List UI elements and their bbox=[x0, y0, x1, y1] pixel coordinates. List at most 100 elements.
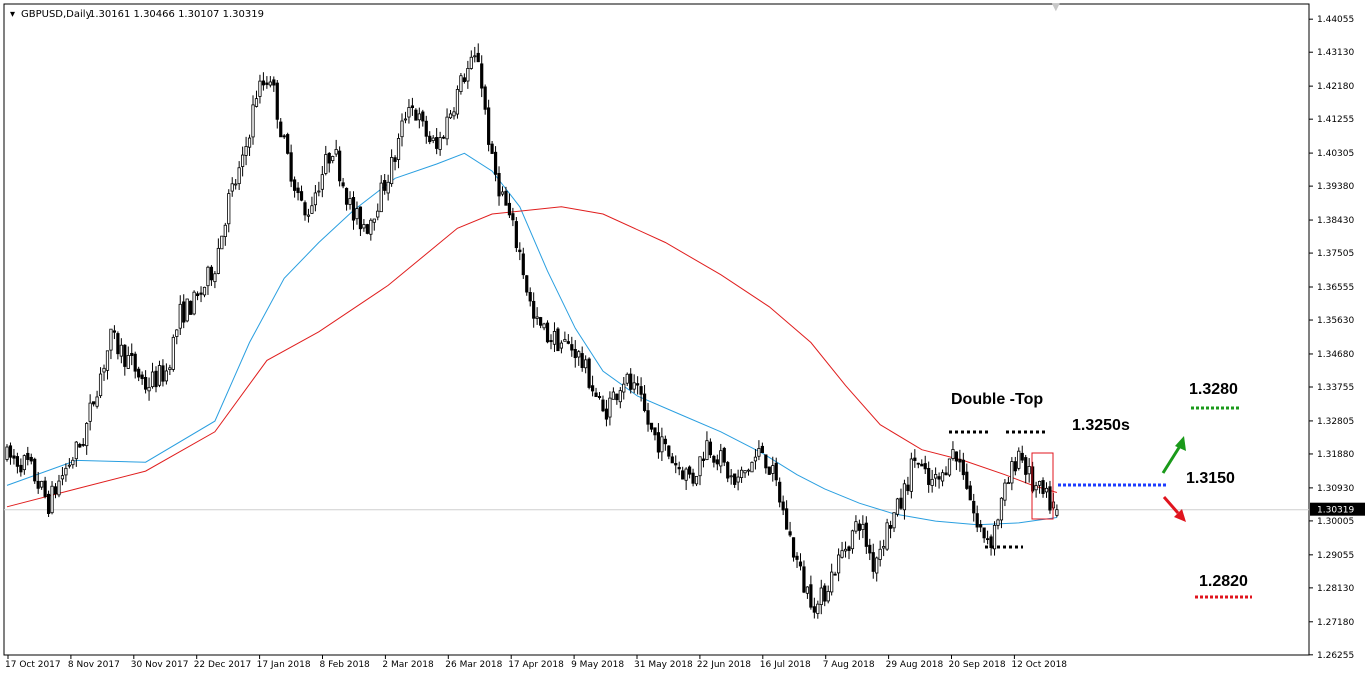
candle[interactable] bbox=[487, 99, 491, 152]
candle-body bbox=[154, 370, 158, 388]
x-tick-label: 26 Mar 2018 bbox=[445, 660, 502, 670]
current-price-label: 1.30319 bbox=[1317, 506, 1354, 516]
candle-body bbox=[788, 531, 792, 536]
candle-body bbox=[500, 191, 505, 195]
candle-body bbox=[435, 137, 439, 149]
candle[interactable] bbox=[885, 518, 889, 551]
candle-body bbox=[372, 218, 376, 223]
candle-body bbox=[566, 341, 570, 344]
candle-body bbox=[334, 149, 338, 155]
candle-body bbox=[660, 436, 664, 453]
candle-body bbox=[1013, 461, 1017, 472]
candle[interactable] bbox=[459, 72, 463, 95]
candle-body bbox=[78, 443, 82, 448]
candle-body bbox=[244, 146, 248, 156]
candle-body bbox=[764, 454, 768, 469]
candle[interactable] bbox=[750, 461, 754, 473]
candle-body bbox=[182, 301, 186, 323]
candle[interactable] bbox=[192, 290, 196, 316]
candle-body bbox=[861, 523, 865, 530]
candle-body bbox=[22, 455, 26, 471]
candle-body bbox=[403, 118, 408, 121]
candle-body bbox=[320, 174, 324, 190]
candle-body bbox=[116, 333, 120, 355]
candle-body bbox=[92, 401, 96, 405]
candle[interactable] bbox=[365, 223, 369, 235]
candle-body bbox=[327, 152, 331, 164]
candle-body bbox=[972, 500, 976, 514]
y-tick-label: 1.39380 bbox=[1317, 182, 1354, 192]
candle-body bbox=[812, 606, 816, 613]
candle[interactable] bbox=[338, 146, 342, 187]
candle-body bbox=[341, 182, 345, 187]
candle[interactable] bbox=[220, 235, 224, 250]
candle-body bbox=[85, 423, 89, 447]
candle[interactable] bbox=[286, 132, 290, 155]
candle[interactable] bbox=[50, 481, 54, 515]
candle-body bbox=[518, 249, 522, 253]
annot-level-1-2820: 1.2820 bbox=[1199, 573, 1248, 590]
candle[interactable] bbox=[455, 85, 460, 119]
candle-body bbox=[857, 523, 861, 531]
candle[interactable] bbox=[414, 108, 418, 121]
x-tick-label: 7 Aug 2018 bbox=[823, 660, 875, 670]
candle[interactable] bbox=[947, 458, 952, 477]
candle-body bbox=[577, 351, 581, 358]
candle-body bbox=[8, 445, 13, 458]
candle[interactable] bbox=[556, 327, 560, 352]
candle-body bbox=[514, 221, 518, 249]
candle[interactable] bbox=[545, 320, 550, 344]
candle-body bbox=[639, 386, 643, 395]
candle-body bbox=[216, 247, 220, 274]
y-tick-label: 1.36555 bbox=[1317, 283, 1354, 293]
candle[interactable] bbox=[46, 490, 51, 518]
candle-body bbox=[168, 367, 172, 371]
chart-canvas[interactable]: Double -Top 1.3250s 1.3280 1.3150 1.2820 1.4… bbox=[0, 0, 1366, 678]
candle-body bbox=[636, 383, 640, 386]
candle-body bbox=[299, 191, 304, 201]
candle-body bbox=[119, 344, 123, 357]
candle[interactable] bbox=[189, 300, 193, 315]
candle[interactable] bbox=[1017, 447, 1021, 471]
candle-body bbox=[733, 473, 737, 485]
chart-window[interactable]: Double -Top 1.3250s 1.3280 1.3150 1.2820 1.4… bbox=[0, 0, 1366, 678]
candle-body bbox=[580, 353, 584, 368]
candle-body bbox=[674, 463, 678, 466]
y-tick-label: 1.31880 bbox=[1317, 450, 1354, 460]
candle-body bbox=[712, 455, 716, 463]
x-tick-label: 16 Jul 2018 bbox=[760, 660, 811, 670]
candle[interactable] bbox=[5, 444, 9, 462]
candle-body bbox=[46, 493, 51, 514]
candle-body bbox=[476, 52, 480, 63]
candle-body bbox=[608, 397, 612, 418]
candle[interactable] bbox=[33, 457, 37, 484]
candle-body bbox=[164, 370, 168, 382]
candle[interactable] bbox=[767, 466, 771, 475]
candle-body bbox=[923, 463, 927, 470]
candle[interactable] bbox=[171, 334, 175, 372]
candle-body bbox=[649, 422, 654, 430]
candle-body bbox=[958, 458, 962, 463]
candle-body bbox=[40, 480, 44, 488]
header-dropdown-icon[interactable]: ▾ bbox=[10, 9, 15, 20]
candle-body bbox=[1024, 457, 1028, 475]
candle-body bbox=[760, 445, 764, 453]
chart-shift-marker-icon[interactable]: ▼ bbox=[1052, 2, 1060, 13]
candle[interactable] bbox=[895, 497, 900, 517]
candle[interactable] bbox=[587, 357, 591, 390]
candle-body bbox=[310, 205, 314, 214]
candle-body bbox=[133, 353, 137, 372]
candle-body bbox=[688, 466, 692, 475]
y-tick-label: 1.41255 bbox=[1317, 115, 1354, 125]
y-tick-label: 1.43130 bbox=[1317, 48, 1354, 58]
candle[interactable] bbox=[909, 452, 913, 499]
candle-body bbox=[43, 480, 47, 497]
candle-body bbox=[927, 467, 931, 485]
candle-body bbox=[483, 86, 487, 110]
candle-body bbox=[590, 385, 595, 392]
candle-body bbox=[642, 393, 647, 411]
candle-body bbox=[875, 557, 879, 574]
candle[interactable] bbox=[514, 217, 518, 252]
candle-body bbox=[895, 498, 900, 515]
candle[interactable] bbox=[185, 298, 189, 323]
